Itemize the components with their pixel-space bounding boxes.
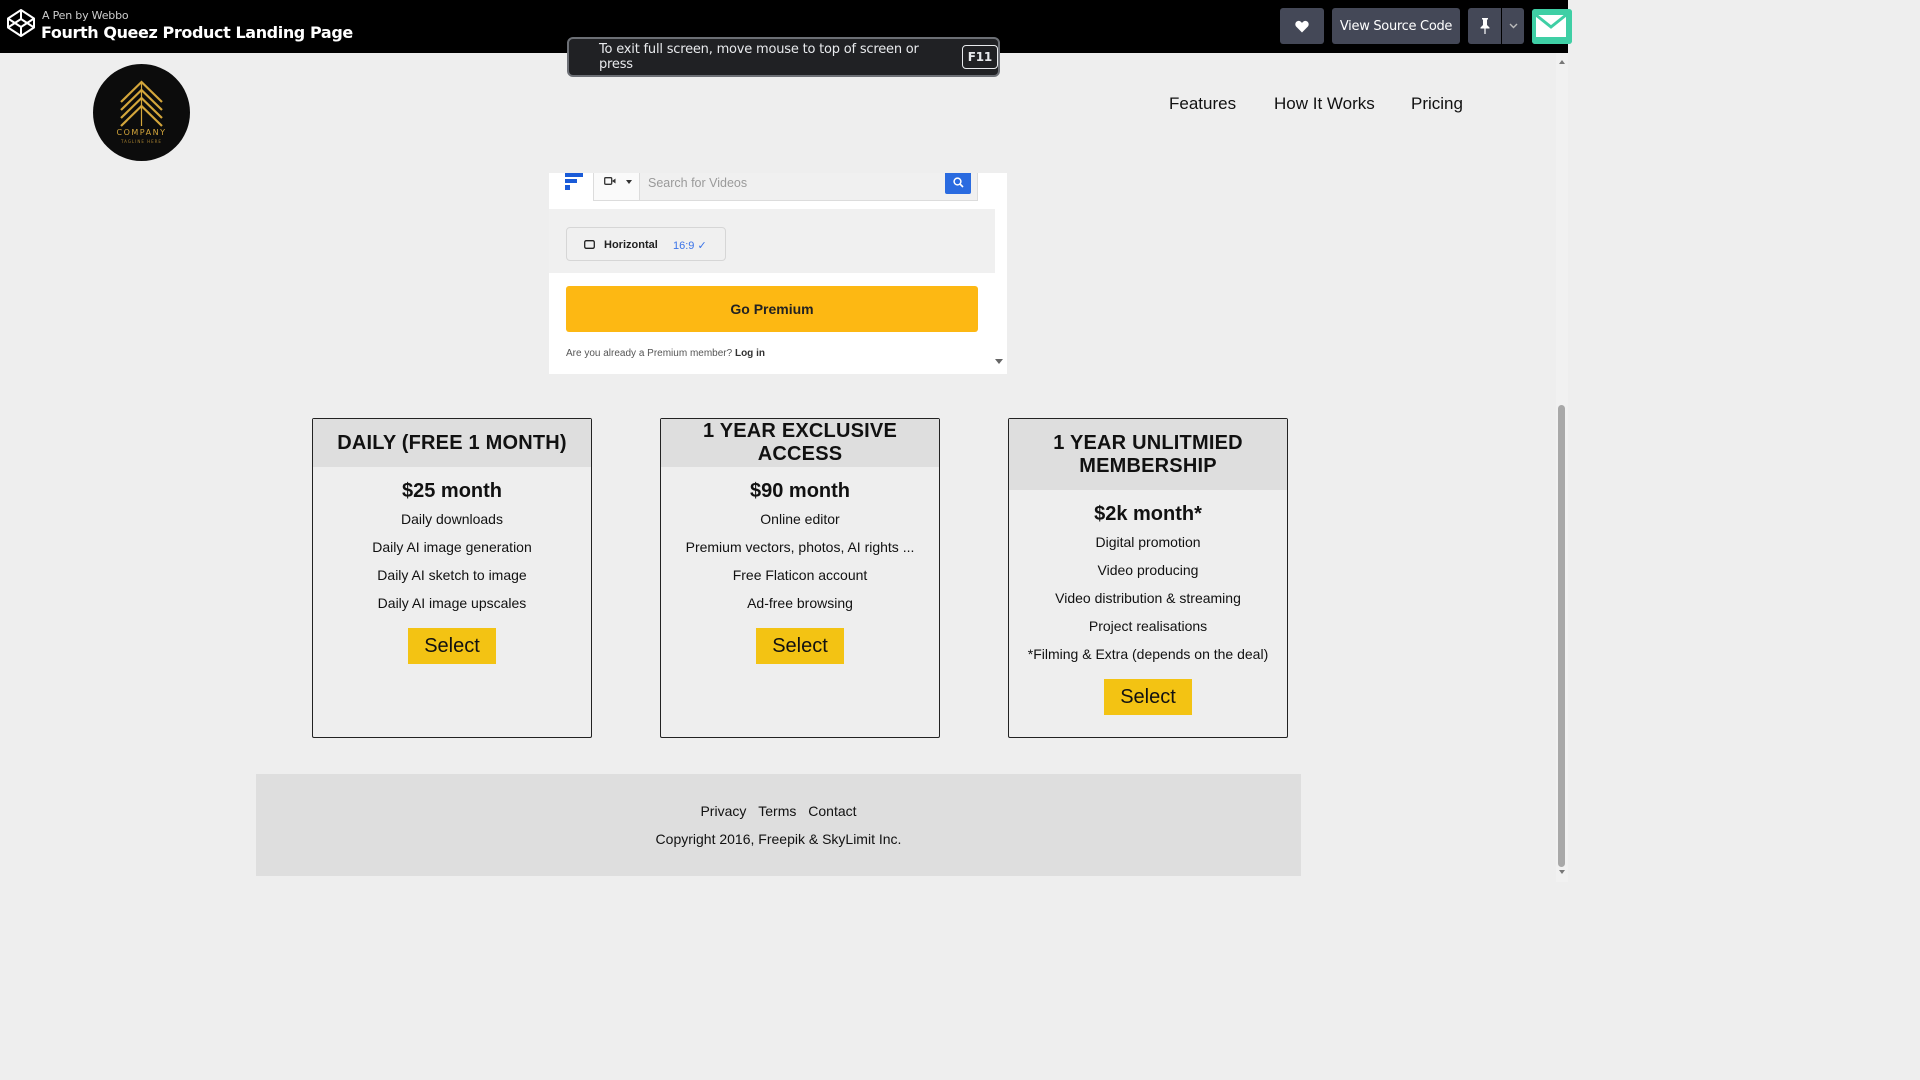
go-premium-button[interactable]: Go Premium bbox=[566, 286, 978, 332]
video-search-input[interactable]: Search for Videos bbox=[648, 176, 747, 190]
video-search-bar: Search for Videos bbox=[593, 173, 978, 201]
nav-pricing[interactable]: Pricing bbox=[1411, 94, 1463, 114]
plan-feature: *Filming & Extra (depends on the deal) bbox=[1027, 646, 1269, 662]
scrollbar-thumb[interactable] bbox=[1558, 405, 1565, 867]
f11-key-badge: F11 bbox=[961, 45, 998, 69]
pricing-card-exclusive: 1 YEAR EXCLUSIVE ACCESS $90 month Online… bbox=[660, 418, 940, 738]
plan-feature: Free Flaticon account bbox=[732, 567, 868, 583]
nav-features[interactable]: Features bbox=[1169, 94, 1236, 114]
plan-title: 1 YEAR EXCLUSIVE ACCESS bbox=[661, 419, 939, 467]
logo-company-text: COMPANY bbox=[116, 128, 167, 137]
pen-title: Fourth Queez Product Landing Page bbox=[41, 23, 353, 42]
plan-price: $90 month bbox=[749, 480, 851, 502]
plan-feature: Ad-free browsing bbox=[747, 595, 853, 611]
orientation-label: Horizontal bbox=[604, 239, 658, 251]
avatar-image bbox=[1532, 9, 1572, 44]
fullscreen-notice: To exit full screen, move mouse to top o… bbox=[567, 37, 1000, 77]
nav-how-it-works[interactable]: How It Works bbox=[1274, 94, 1375, 114]
horizontal-frame-icon bbox=[584, 240, 595, 249]
plan-feature: Online editor bbox=[760, 511, 840, 527]
plan-feature: Premium vectors, photos, AI rights ... bbox=[685, 539, 915, 555]
logo-tagline-text: TAGLINE HERE bbox=[121, 139, 162, 144]
fullscreen-notice-text: To exit full screen, move mouse to top o… bbox=[599, 42, 919, 72]
scroll-down-arrow-icon[interactable] bbox=[1559, 870, 1565, 874]
like-button[interactable] bbox=[1280, 8, 1324, 44]
site-footer: Privacy Terms Contact Copyright 2016, Fr… bbox=[256, 774, 1301, 876]
widget-scroll-down-arrow-icon[interactable] bbox=[995, 359, 1003, 364]
chevron-down-icon bbox=[1509, 23, 1517, 29]
pen-byline[interactable]: A Pen by Webbo bbox=[42, 9, 129, 22]
freepik-logo-icon[interactable] bbox=[565, 173, 585, 191]
caret-down-icon bbox=[626, 180, 632, 184]
heart-icon bbox=[1295, 20, 1309, 32]
select-plan-button[interactable]: Select bbox=[756, 628, 844, 664]
plan-feature: Daily AI sketch to image bbox=[377, 567, 527, 583]
embedded-freepik-widget: Search for Videos Horizontal 16:9 ✓ Go P… bbox=[549, 173, 1007, 374]
plan-feature: Video distribution & streaming bbox=[1055, 590, 1241, 606]
scroll-up-arrow-icon[interactable] bbox=[1559, 60, 1565, 64]
plan-feature: Daily AI image generation bbox=[372, 539, 532, 555]
aspect-ratio-label: 16:9 ✓ bbox=[673, 240, 707, 252]
footer-link-terms[interactable]: Terms bbox=[758, 803, 796, 819]
select-plan-button[interactable]: Select bbox=[408, 628, 496, 664]
search-icon bbox=[953, 177, 964, 188]
plan-feature: Project realisations bbox=[1088, 618, 1208, 634]
footer-links: Privacy Terms Contact bbox=[256, 803, 1301, 819]
orientation-filter-chip[interactable]: Horizontal 16:9 ✓ bbox=[566, 227, 726, 261]
pin-button[interactable] bbox=[1468, 8, 1501, 44]
plan-feature: Video producing bbox=[1097, 562, 1199, 578]
pin-icon bbox=[1480, 18, 1489, 34]
login-prompt-text: Are you already a Premium member? bbox=[566, 348, 733, 359]
plan-feature: Daily AI image upscales bbox=[377, 595, 527, 611]
login-link[interactable]: Log in bbox=[735, 348, 765, 359]
plan-title: 1 YEAR UNLITMIED MEMBERSHIP bbox=[1009, 419, 1287, 490]
footer-link-contact[interactable]: Contact bbox=[808, 803, 856, 819]
footer-link-privacy[interactable]: Privacy bbox=[700, 803, 746, 819]
plan-feature: Digital promotion bbox=[1095, 534, 1201, 550]
plan-price: $25 month bbox=[401, 480, 503, 502]
premium-login-prompt: Are you already a Premium member? Log in bbox=[566, 348, 765, 359]
search-button[interactable] bbox=[945, 173, 971, 194]
user-avatar[interactable] bbox=[1532, 9, 1572, 44]
media-type-dropdown[interactable] bbox=[594, 173, 640, 200]
pricing-card-unlimited: 1 YEAR UNLITMIED MEMBERSHIP $2k month* D… bbox=[1008, 418, 1288, 738]
pin-menu-button[interactable] bbox=[1502, 8, 1524, 44]
plan-price: $2k month* bbox=[1094, 503, 1202, 525]
plan-title: DAILY (FREE 1 MONTH) bbox=[313, 419, 591, 467]
company-logo[interactable]: COMPANY TAGLINE HERE bbox=[93, 64, 190, 161]
video-camera-icon bbox=[604, 177, 616, 185]
view-source-button[interactable]: View Source Code bbox=[1332, 8, 1460, 44]
select-plan-button[interactable]: Select bbox=[1104, 679, 1192, 715]
plan-feature: Daily downloads bbox=[401, 511, 503, 527]
page-scrollbar[interactable] bbox=[1556, 53, 1568, 882]
chevron-logo-icon bbox=[120, 80, 163, 127]
pricing-card-daily: DAILY (FREE 1 MONTH) $25 month Daily dow… bbox=[312, 418, 592, 738]
footer-copyright: Copyright 2016, Freepik & SkyLimit Inc. bbox=[655, 831, 902, 847]
codepen-logo-icon[interactable] bbox=[6, 8, 36, 38]
